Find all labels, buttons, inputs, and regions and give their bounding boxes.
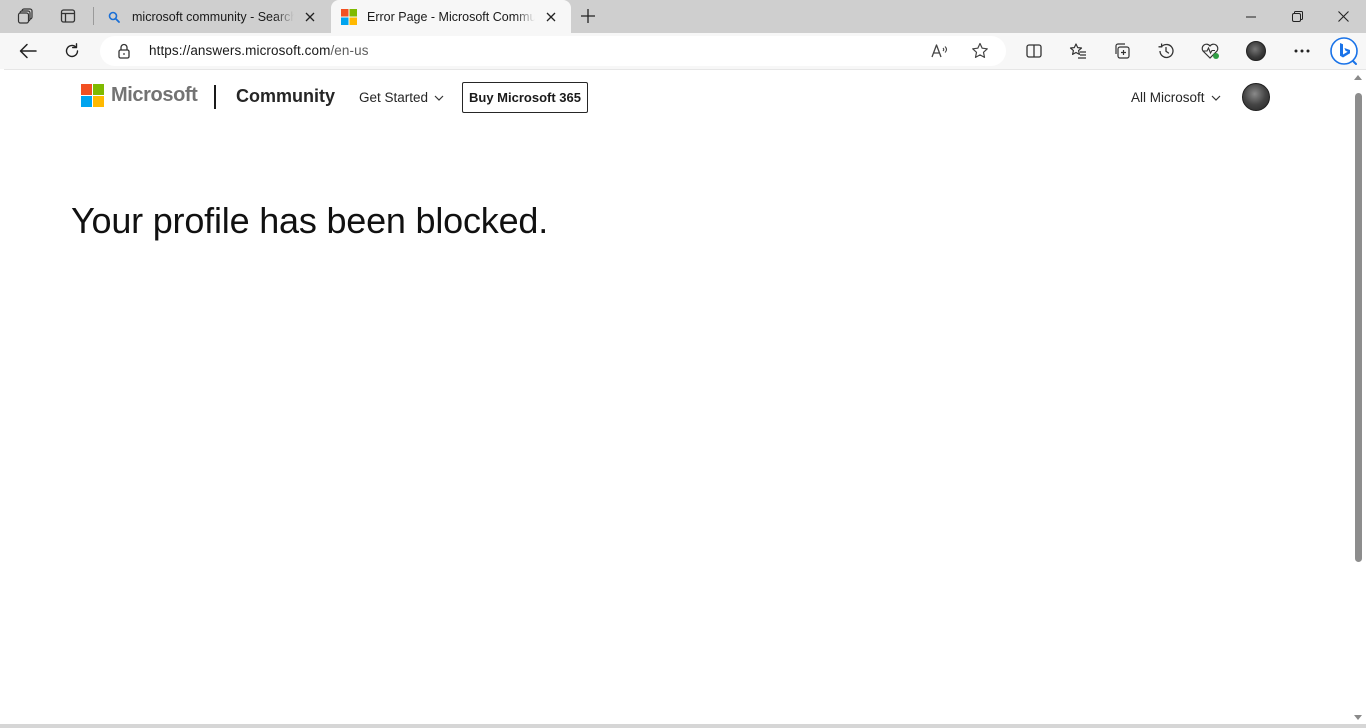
collections-button[interactable]	[1107, 36, 1137, 66]
vertical-scrollbar[interactable]	[1352, 69, 1364, 724]
tab-error-page[interactable]: Error Page - Microsoft Community	[331, 0, 571, 33]
scroll-up-arrow-icon[interactable]	[1354, 75, 1362, 80]
community-link[interactable]: Community	[236, 86, 335, 107]
scroll-down-arrow-icon[interactable]	[1354, 715, 1362, 720]
collections-icon	[1115, 43, 1130, 59]
browser-tab-strip: microsoft community - Search Error Page …	[0, 0, 1366, 33]
star-add-icon	[972, 42, 988, 58]
tab-title: microsoft community - Search	[132, 9, 294, 24]
header-divider	[214, 85, 216, 109]
microsoft-logo-link[interactable]: Microsoft	[81, 84, 198, 107]
tab-actions-icon	[60, 9, 76, 23]
more-icon	[1294, 49, 1310, 53]
vertical-tabs-button[interactable]	[55, 4, 81, 28]
copilot-button[interactable]	[1327, 34, 1361, 68]
close-icon	[305, 12, 315, 21]
page-title: Your profile has been blocked.	[71, 200, 549, 241]
read-aloud-icon	[931, 44, 948, 58]
get-started-label: Get Started	[359, 90, 429, 105]
all-microsoft-menu[interactable]: All Microsoft	[1131, 90, 1221, 105]
scrollbar-thumb[interactable]	[1355, 93, 1362, 562]
split-screen-button[interactable]	[1019, 36, 1049, 66]
brand-name: Microsoft	[111, 84, 198, 106]
avatar	[1246, 41, 1266, 61]
restore-icon	[1291, 11, 1303, 22]
heart-pulse-icon	[1201, 43, 1219, 59]
read-aloud-button[interactable]	[930, 41, 950, 61]
close-icon	[546, 12, 556, 21]
profile-button[interactable]	[1241, 36, 1271, 66]
url-text[interactable]: https://answers.microsoft.com/en-us	[149, 43, 369, 58]
browser-essentials-button[interactable]	[1195, 36, 1225, 66]
plus-icon	[581, 9, 595, 23]
restore-button[interactable]	[1274, 0, 1320, 33]
favorites-button[interactable]	[1063, 36, 1093, 66]
lock-icon[interactable]	[117, 43, 131, 64]
chevron-down-icon	[434, 95, 444, 101]
close-window-button[interactable]	[1320, 0, 1366, 33]
tab-search[interactable]: microsoft community - Search	[96, 0, 330, 33]
minimize-button[interactable]	[1228, 0, 1274, 33]
back-arrow-icon	[19, 43, 37, 59]
favorite-button[interactable]	[970, 41, 990, 61]
chevron-down-icon	[1211, 95, 1220, 101]
settings-more-button[interactable]	[1287, 36, 1317, 66]
bing-copilot-icon	[1330, 37, 1358, 65]
microsoft-logo-icon	[341, 8, 357, 25]
close-tab-button[interactable]	[541, 7, 561, 27]
url-path: /en-us	[330, 43, 369, 58]
tab-separator	[93, 7, 94, 25]
favorites-list-icon	[1069, 43, 1086, 59]
refresh-icon	[65, 43, 79, 58]
buy-microsoft-365-button[interactable]: Buy Microsoft 365	[462, 82, 588, 113]
all-microsoft-label: All Microsoft	[1131, 90, 1205, 105]
close-tab-button[interactable]	[300, 7, 320, 27]
tab-title: Error Page - Microsoft Community	[367, 9, 535, 24]
minimize-icon	[1246, 16, 1256, 17]
split-screen-icon	[1026, 44, 1042, 58]
page-viewport	[4, 69, 1366, 724]
microsoft-logo-icon	[81, 84, 104, 107]
back-button[interactable]	[13, 36, 43, 66]
search-icon	[106, 9, 122, 25]
new-tab-button[interactable]	[575, 4, 601, 28]
history-button[interactable]	[1151, 36, 1181, 66]
history-icon	[1158, 43, 1174, 59]
window-bottom-edge	[0, 724, 1366, 728]
refresh-button[interactable]	[57, 36, 87, 66]
close-icon	[1337, 11, 1349, 22]
workspaces-button[interactable]	[13, 4, 39, 28]
workspaces-icon	[17, 8, 33, 24]
url-host: https://answers.microsoft.com	[149, 43, 331, 58]
address-bar[interactable]: https://answers.microsoft.com/en-us	[100, 36, 1006, 66]
browser-toolbar: https://answers.microsoft.com/en-us	[0, 33, 1366, 69]
account-avatar[interactable]	[1242, 83, 1270, 111]
get-started-menu[interactable]: Get Started	[359, 90, 444, 105]
